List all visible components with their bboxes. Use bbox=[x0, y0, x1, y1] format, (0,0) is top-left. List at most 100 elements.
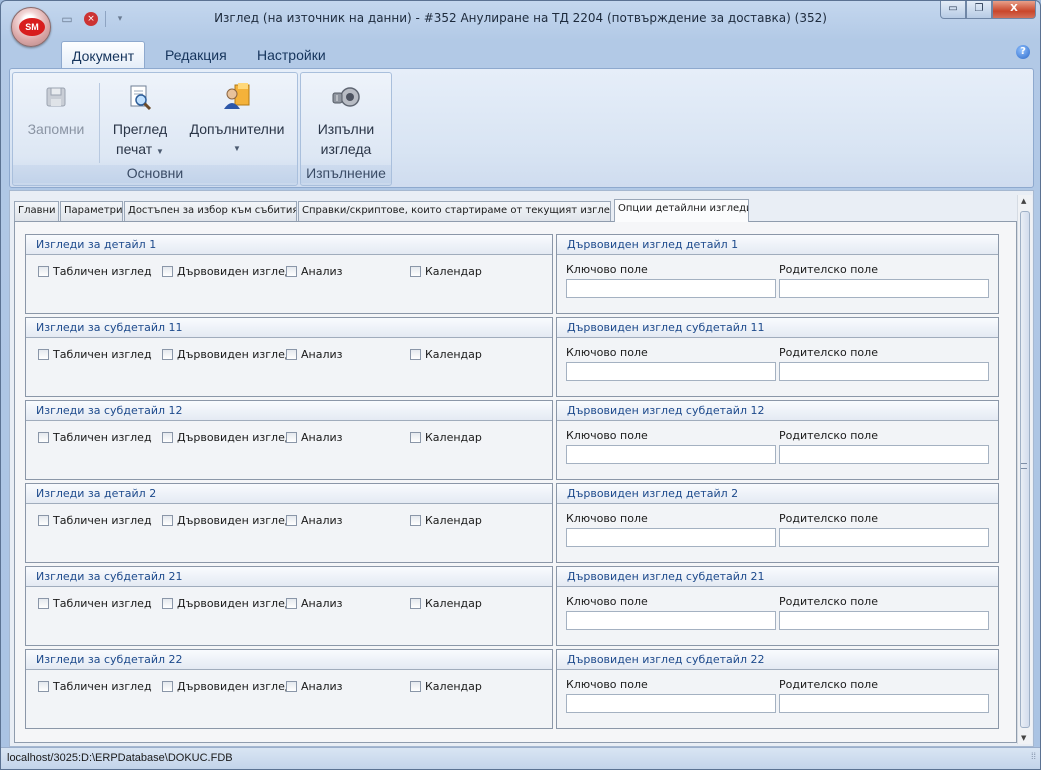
checkbox-box[interactable] bbox=[162, 266, 173, 277]
analysis-checkbox[interactable]: Анализ bbox=[286, 597, 343, 610]
save-button[interactable]: Запомни bbox=[21, 79, 91, 139]
checkbox-box[interactable] bbox=[410, 432, 421, 443]
tab-reports-scripts[interactable]: Справки/скриптове, които стартираме от т… bbox=[298, 201, 611, 221]
execute-view-label-1: Изпълни bbox=[317, 121, 375, 137]
views-panel: Изгледи за субдетайл 22 Табличен изглед Дъ… bbox=[25, 649, 553, 729]
ribbon-tabs: Документ Редакция Настройки ? bbox=[9, 39, 1034, 69]
key-field-input[interactable] bbox=[566, 445, 776, 464]
key-field-label: Ключово поле bbox=[566, 678, 648, 691]
parent-field-input[interactable] bbox=[779, 694, 989, 713]
key-field-label: Ключово поле bbox=[566, 263, 648, 276]
checkbox-box[interactable] bbox=[162, 515, 173, 526]
table-view-checkbox[interactable]: Табличен изглед bbox=[38, 680, 152, 693]
help-icon[interactable]: ? bbox=[1016, 45, 1030, 59]
tree-view-checkbox[interactable]: Дървовиден изглед bbox=[162, 265, 292, 278]
tree-view-checkbox[interactable]: Дървовиден изглед bbox=[162, 597, 292, 610]
vertical-scrollbar[interactable]: ▲ ▼ bbox=[1017, 195, 1032, 744]
checkbox-box[interactable] bbox=[38, 432, 49, 443]
tree-view-checkbox[interactable]: Дървовиден изглед bbox=[162, 514, 292, 527]
scroll-up-icon[interactable]: ▲ bbox=[1021, 197, 1026, 205]
checkbox-box[interactable] bbox=[38, 515, 49, 526]
calendar-checkbox[interactable]: Календар bbox=[410, 680, 482, 693]
checkbox-box[interactable] bbox=[410, 266, 421, 277]
tab-parameters[interactable]: Параметри bbox=[60, 201, 123, 221]
key-field-input[interactable] bbox=[566, 528, 776, 547]
scrollbar-thumb[interactable] bbox=[1020, 211, 1030, 728]
parent-field-label: Родителско поле bbox=[779, 346, 878, 359]
parent-field-label: Родителско поле bbox=[779, 595, 878, 608]
tree-view-checkbox[interactable]: Дървовиден изглед bbox=[162, 348, 292, 361]
tab-available-for-events[interactable]: Достъпен за избор към събития bbox=[124, 201, 297, 221]
parent-field-label: Родителско поле bbox=[779, 263, 878, 276]
analysis-checkbox[interactable]: Анализ bbox=[286, 514, 343, 527]
table-view-checkbox[interactable]: Табличен изглед bbox=[38, 265, 152, 278]
analysis-checkbox[interactable]: Анализ bbox=[286, 265, 343, 278]
calendar-checkbox[interactable]: Календар bbox=[410, 431, 482, 444]
application-menu-button[interactable]: SM bbox=[11, 7, 51, 47]
checkbox-box[interactable] bbox=[286, 681, 297, 692]
calendar-checkbox[interactable]: Календар bbox=[410, 265, 482, 278]
additional-button[interactable]: Допълнителни ▼ bbox=[181, 79, 293, 159]
table-view-checkbox[interactable]: Табличен изглед bbox=[38, 597, 152, 610]
tab-main[interactable]: Главни bbox=[14, 201, 59, 221]
checkbox-box[interactable] bbox=[286, 432, 297, 443]
checkbox-box[interactable] bbox=[410, 515, 421, 526]
print-preview-button[interactable]: Преглед печат ▼ bbox=[105, 79, 175, 162]
analysis-checkbox[interactable]: Анализ bbox=[286, 680, 343, 693]
key-field-input[interactable] bbox=[566, 279, 776, 298]
tree-view-panel-title: Дървовиден изглед субдетайл 12 bbox=[557, 401, 998, 421]
execute-view-button[interactable]: Изпълни изгледа bbox=[303, 79, 389, 159]
table-view-checkbox[interactable]: Табличен изглед bbox=[38, 431, 152, 444]
checkbox-box[interactable] bbox=[410, 681, 421, 692]
key-field-input[interactable] bbox=[566, 362, 776, 381]
resize-grip-icon[interactable]: ⁞⁞ bbox=[1031, 746, 1036, 766]
tree-view-panel: Дървовиден изглед субдетайл 12 Ключово по… bbox=[556, 400, 999, 480]
parent-field-input[interactable] bbox=[779, 362, 989, 381]
checkbox-box[interactable] bbox=[162, 349, 173, 360]
checkbox-box[interactable] bbox=[162, 432, 173, 443]
checkbox-box[interactable] bbox=[286, 515, 297, 526]
maximize-button[interactable]: ❐ bbox=[966, 1, 992, 19]
views-panel: Изгледи за субдетайл 12 Табличен изглед Дъ… bbox=[25, 400, 553, 480]
checkbox-box[interactable] bbox=[162, 681, 173, 692]
tree-view-checkbox[interactable]: Дървовиден изглед bbox=[162, 680, 292, 693]
checkbox-box[interactable] bbox=[286, 349, 297, 360]
checkbox-box[interactable] bbox=[162, 598, 173, 609]
parent-field-input[interactable] bbox=[779, 445, 989, 464]
parent-field-input[interactable] bbox=[779, 611, 989, 630]
calendar-checkbox[interactable]: Календар bbox=[410, 514, 482, 527]
views-panel: Изгледи за субдетайл 11 Табличен изглед Дъ… bbox=[25, 317, 553, 397]
checkbox-box[interactable] bbox=[410, 598, 421, 609]
checkbox-box[interactable] bbox=[38, 598, 49, 609]
checkbox-box[interactable] bbox=[286, 598, 297, 609]
checkbox-box[interactable] bbox=[38, 681, 49, 692]
ribbon-tab-document[interactable]: Документ bbox=[61, 41, 146, 69]
checkbox-box[interactable] bbox=[38, 266, 49, 277]
window-title: Изглед (на източник на данни) - #352 Ану… bbox=[214, 11, 827, 25]
checkbox-box[interactable] bbox=[410, 349, 421, 360]
views-panel: Изгледи за детайл 2 Табличен изглед Дървов… bbox=[25, 483, 553, 563]
key-field-input[interactable] bbox=[566, 611, 776, 630]
close-button[interactable]: X bbox=[992, 1, 1036, 19]
checkbox-box[interactable] bbox=[286, 266, 297, 277]
tab-detail-view-options[interactable]: Опции детайлни изгледи bbox=[614, 199, 749, 222]
calendar-checkbox[interactable]: Календар bbox=[410, 348, 482, 361]
calendar-checkbox[interactable]: Календар bbox=[410, 597, 482, 610]
ribbon-tab-settings[interactable]: Настройки bbox=[247, 41, 336, 69]
table-view-checkbox[interactable]: Табличен изглед bbox=[38, 348, 152, 361]
tree-view-panel-title: Дървовиден изглед субдетайл 11 bbox=[557, 318, 998, 338]
key-field-input[interactable] bbox=[566, 694, 776, 713]
ribbon-tab-edit[interactable]: Редакция bbox=[155, 41, 237, 69]
scroll-down-icon[interactable]: ▼ bbox=[1021, 734, 1026, 742]
tree-view-checkbox[interactable]: Дървовиден изглед bbox=[162, 431, 292, 444]
analysis-checkbox[interactable]: Анализ bbox=[286, 348, 343, 361]
tree-view-panel-title: Дървовиден изглед субдетайл 21 bbox=[557, 567, 998, 587]
print-preview-label-2: печат bbox=[116, 141, 153, 157]
group-label-execution: Изпълнение bbox=[301, 165, 391, 183]
parent-field-input[interactable] bbox=[779, 279, 989, 298]
parent-field-input[interactable] bbox=[779, 528, 989, 547]
minimize-button[interactable]: ▭ bbox=[940, 1, 966, 19]
analysis-checkbox[interactable]: Анализ bbox=[286, 431, 343, 444]
checkbox-box[interactable] bbox=[38, 349, 49, 360]
table-view-checkbox[interactable]: Табличен изглед bbox=[38, 514, 152, 527]
